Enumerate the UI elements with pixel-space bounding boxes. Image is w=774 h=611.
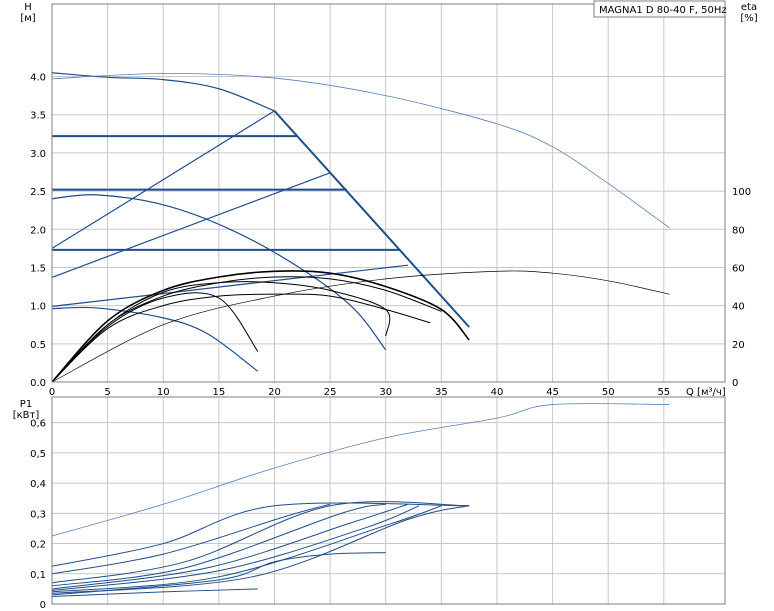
y-tick-label: 3.5 xyxy=(30,111,46,122)
y-tick-label: 0.0 xyxy=(30,378,46,389)
bottom-series-group xyxy=(51,403,670,597)
efficiency-curve-12 xyxy=(51,293,431,383)
x-axis-label: Q [м³/ч] xyxy=(686,387,726,398)
bottom-plot-frame xyxy=(51,396,726,605)
p1-curve-2 xyxy=(51,503,331,575)
y2-tick-label: 40 xyxy=(732,302,745,313)
y-tick-label: 2.0 xyxy=(30,225,46,236)
system-curve-9 xyxy=(51,172,331,278)
y2-axis-label: [%] xyxy=(740,13,757,24)
y-tick-label: 4.0 xyxy=(30,73,46,84)
p1-tick-label: 0,4 xyxy=(30,479,46,490)
y-axis-label: [м] xyxy=(20,13,35,24)
p1-axis-label: [кВт] xyxy=(13,410,40,421)
x-tick-label: 30 xyxy=(379,387,392,398)
top-series-group xyxy=(51,72,670,383)
x-tick-label: 25 xyxy=(324,387,337,398)
chart-title-box: MAGNA1 D 80-40 F, 50Hz xyxy=(593,0,727,18)
y2-tick-label: 100 xyxy=(732,187,751,198)
efficiency-curve-17 xyxy=(51,270,670,383)
x-tick-label: 20 xyxy=(268,387,281,398)
y2-tick-label: 20 xyxy=(732,340,745,351)
system-curve-10 xyxy=(51,264,409,307)
p1-axis-label: P1 xyxy=(20,399,32,410)
p1-curve-0 xyxy=(51,403,670,537)
y-axis-label: H xyxy=(24,2,32,13)
x-tick-label: 0 xyxy=(49,387,55,398)
head-curve-3 xyxy=(51,73,670,229)
pump-curve-chart: 0 5 10 15 20 25 30 35 40 45 50 55 0.0 0.5 1.0 1.5 2.0 2.5… xyxy=(0,0,774,611)
p1-tick-label: 0 xyxy=(40,600,46,611)
y2-axis-label: eta xyxy=(741,2,757,13)
y-tick-label: 2.5 xyxy=(30,187,46,198)
x-tick-label: 35 xyxy=(435,387,448,398)
y2-tick-label: 0 xyxy=(732,378,738,389)
x-tick-label: 15 xyxy=(212,387,225,398)
efficiency-curve-14 xyxy=(51,276,442,383)
x-tick-label: 55 xyxy=(657,387,670,398)
chart-title: MAGNA1 D 80-40 F, 50Hz xyxy=(599,5,727,16)
y2-tick-label: 80 xyxy=(732,225,745,236)
y2-tick-label: 60 xyxy=(732,263,745,274)
x-tick-label: 50 xyxy=(602,387,615,398)
y-tick-label: 1.0 xyxy=(30,302,46,313)
p1-tick-label: 0,3 xyxy=(30,509,46,520)
y-tick-label: 3.0 xyxy=(30,149,46,160)
x-tick-label: 5 xyxy=(104,387,110,398)
head-curve-2 xyxy=(51,306,259,372)
x-tick-label: 10 xyxy=(157,387,170,398)
x-tick-label: 40 xyxy=(491,387,504,398)
x-tick-label: 45 xyxy=(546,387,559,398)
bottom-plot-grid xyxy=(52,397,725,604)
p1-curve-7 xyxy=(51,505,442,593)
efficiency-curve-13 xyxy=(51,270,470,383)
chart-canvas: 0 5 10 15 20 25 30 35 40 45 50 55 0.0 0.5 1.0 1.5 2.0 2.5… xyxy=(13,0,758,611)
y-tick-label: 0.5 xyxy=(30,340,46,351)
p1-curve-1 xyxy=(51,502,470,567)
y-tick-label: 1.5 xyxy=(30,263,46,274)
p1-tick-label: 0,5 xyxy=(30,449,46,460)
p1-tick-label: 0,2 xyxy=(30,540,46,551)
p1-tick-label: 0,1 xyxy=(30,570,46,581)
